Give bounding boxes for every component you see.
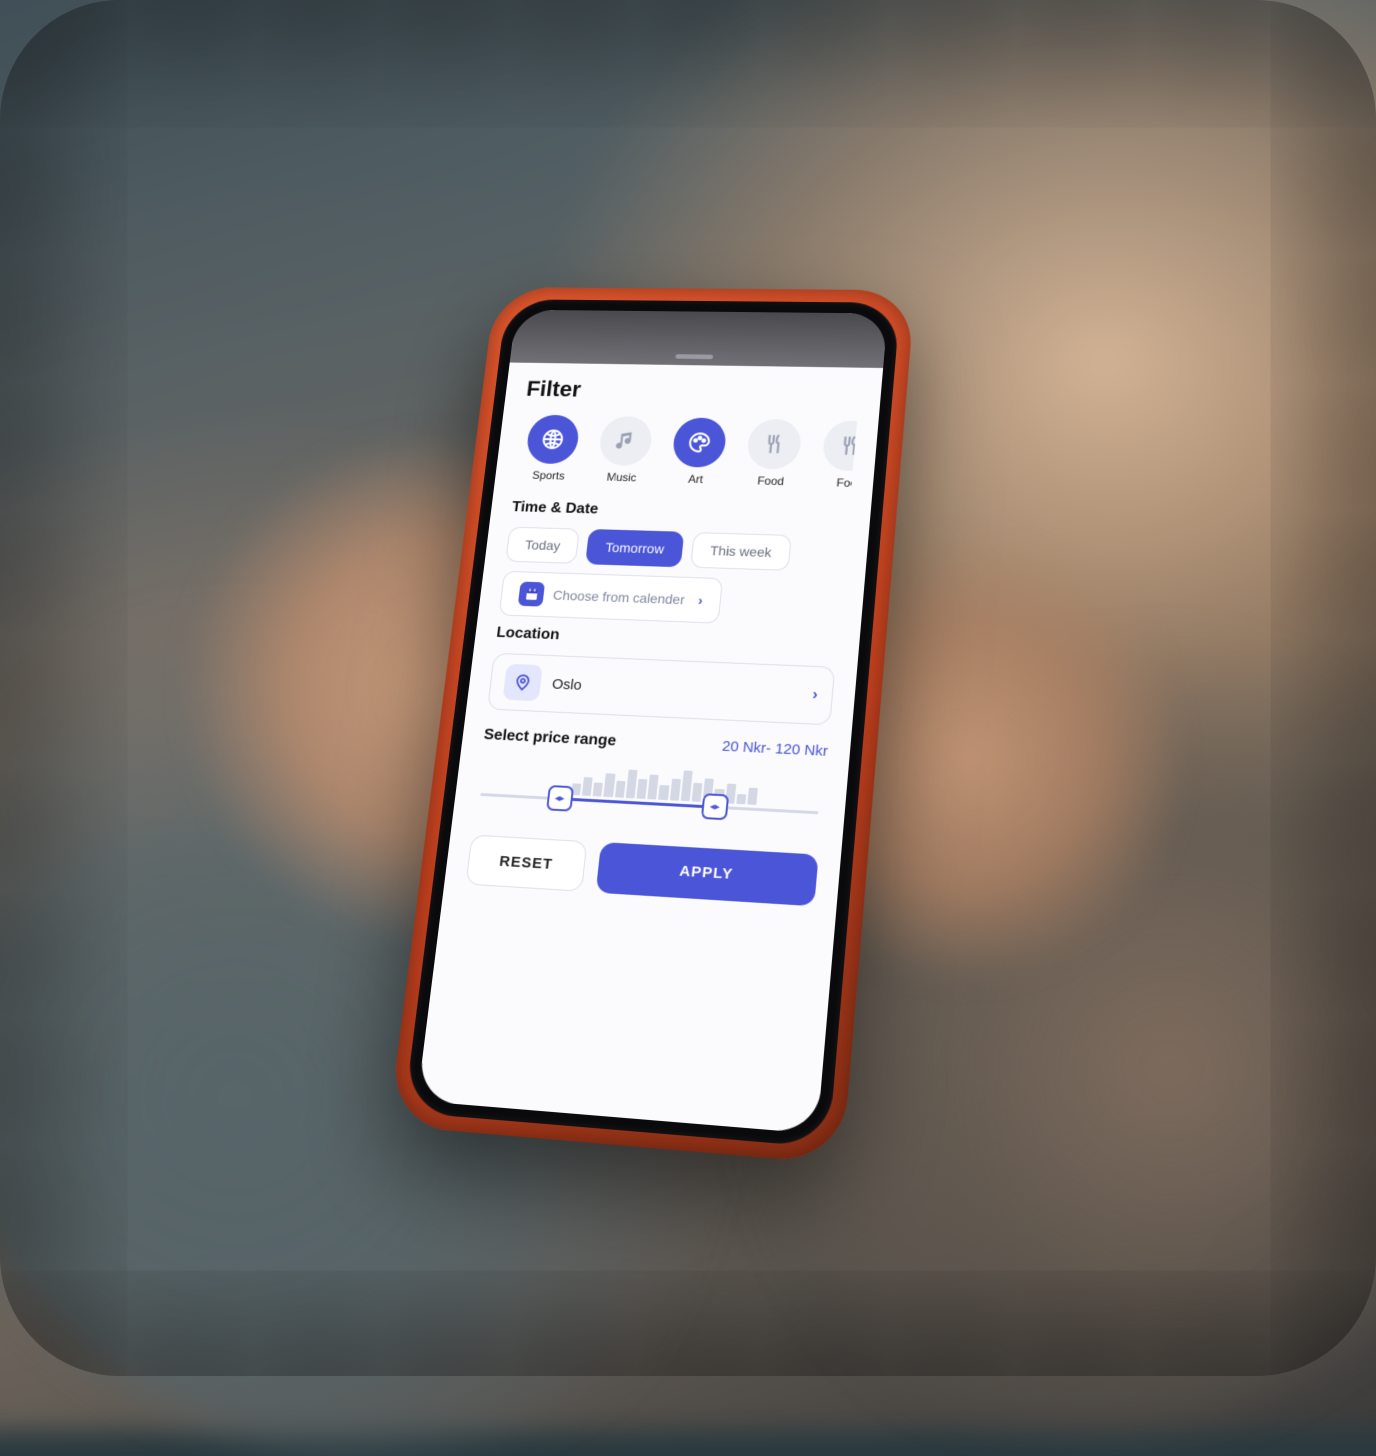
slider-track-fill <box>559 797 714 808</box>
footer-buttons: RESET APPLY <box>465 835 818 907</box>
slider-track <box>480 793 818 814</box>
sheet-header <box>510 310 888 368</box>
category-label: Music <box>606 471 637 485</box>
location-pin-icon <box>503 664 543 702</box>
drag-handle[interactable] <box>675 354 713 359</box>
calendar-icon <box>518 582 545 607</box>
price-range-slider[interactable]: ◂▸ ◂▸ <box>477 754 822 841</box>
chevron-right-icon: › <box>697 592 703 607</box>
location-value: Oslo <box>551 676 797 703</box>
pill-tomorrow[interactable]: Tomorrow <box>585 529 684 567</box>
slider-handle-max[interactable]: ◂▸ <box>701 793 729 820</box>
category-food[interactable]: Food <box>736 419 810 489</box>
pill-this-week[interactable]: This week <box>690 532 792 571</box>
phone-mockup: Filter Sports Music <box>404 299 901 1148</box>
location-selector[interactable]: Oslo › <box>487 653 835 726</box>
music-icon <box>598 416 654 466</box>
category-label: Food <box>757 474 785 488</box>
category-label: Sports <box>532 469 566 483</box>
apply-button[interactable]: APPLY <box>595 842 818 906</box>
pill-choose-calendar[interactable]: Choose from calender › <box>499 571 724 624</box>
utensils-icon <box>746 419 803 470</box>
pill-today[interactable]: Today <box>505 527 580 564</box>
location-heading: Location <box>495 625 837 656</box>
basketball-icon <box>525 415 581 465</box>
time-date-heading: Time & Date <box>511 499 849 525</box>
category-label: Art <box>688 473 704 486</box>
category-row[interactable]: Sports Music Art <box>515 414 857 489</box>
palette-icon <box>671 417 728 467</box>
utensils-icon <box>821 420 857 471</box>
price-heading: Select price range <box>483 727 617 751</box>
date-pills: Today Tomorrow This week Choose from cal… <box>499 527 847 629</box>
sheet-title: Filter <box>525 377 861 408</box>
chevron-right-icon: › <box>812 686 819 704</box>
category-food-2[interactable]: Foo <box>812 420 857 489</box>
calendar-label: Choose from calender <box>552 587 685 607</box>
category-label: Foo <box>836 476 857 489</box>
category-sports[interactable]: Sports <box>515 414 588 482</box>
category-music[interactable]: Music <box>588 416 661 485</box>
category-art[interactable]: Art <box>662 417 736 486</box>
price-range-value: 20 Nkr- 120 Nkr <box>721 738 828 760</box>
